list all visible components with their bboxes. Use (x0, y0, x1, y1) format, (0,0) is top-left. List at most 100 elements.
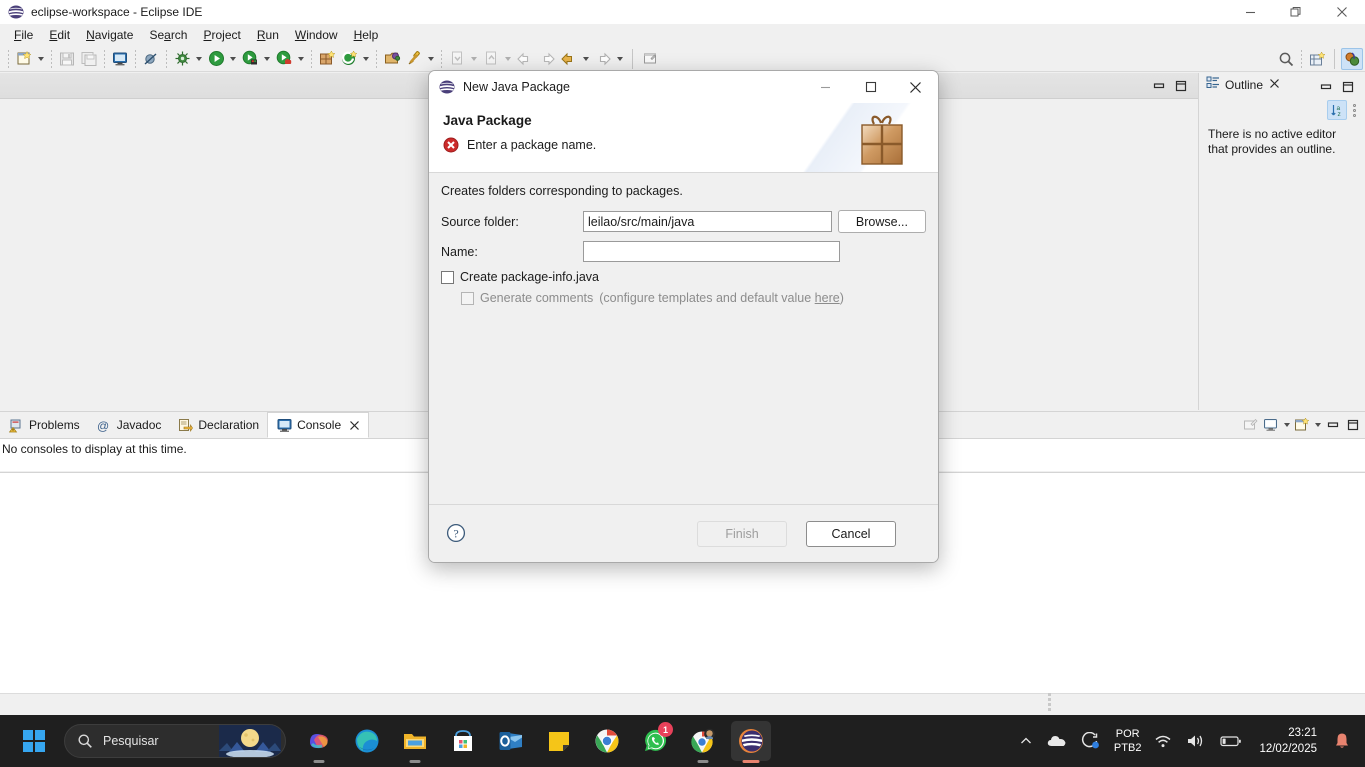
forward-dropdown-icon[interactable] (614, 48, 626, 70)
tab-problems[interactable]: Problems (0, 412, 88, 438)
restore-icon[interactable] (1273, 0, 1319, 24)
resize-grip[interactable] (1048, 693, 1051, 711)
bell-icon[interactable] (1327, 723, 1357, 759)
tab-declaration[interactable]: Declaration (169, 412, 267, 438)
view-menu-icon[interactable] (1347, 100, 1361, 120)
maximize-icon[interactable] (1343, 415, 1363, 435)
tab-outline[interactable]: Outline (1200, 73, 1287, 99)
clock-date: 12/02/2025 (1259, 743, 1317, 755)
cancel-button[interactable]: Cancel (806, 521, 896, 547)
menu-edit[interactable]: Edit (41, 26, 78, 44)
menu-navigate[interactable]: Navigate (78, 26, 141, 44)
pin-editor-icon[interactable] (639, 48, 661, 70)
close-icon[interactable] (1319, 0, 1365, 24)
svg-text:?: ? (453, 527, 458, 541)
menu-search[interactable]: Search (141, 26, 195, 44)
new-wizard-icon[interactable] (13, 48, 35, 70)
new-wizard-dropdown-icon[interactable] (35, 48, 47, 70)
java-perspective-icon[interactable] (1341, 48, 1363, 70)
package-name-input[interactable] (583, 241, 840, 262)
open-task-dropdown-icon[interactable] (425, 48, 437, 70)
clock[interactable]: 23:21 12/02/2025 (1249, 725, 1327, 757)
windows-start-icon[interactable] (14, 721, 54, 761)
minimize-icon[interactable] (1317, 78, 1335, 96)
menu-file[interactable]: File (6, 26, 41, 44)
create-package-info-checkbox[interactable] (441, 270, 454, 284)
clock-time: 23:21 (1288, 727, 1317, 739)
new-java-console-icon[interactable] (109, 48, 131, 70)
minimize-icon[interactable] (1323, 415, 1343, 435)
battery-icon[interactable] (1213, 723, 1249, 759)
external-tools-icon[interactable] (338, 48, 360, 70)
chrome-icon[interactable] (587, 721, 627, 761)
file-explorer-icon[interactable] (395, 721, 435, 761)
run-dropdown-icon[interactable] (227, 48, 239, 70)
close-icon[interactable] (1269, 76, 1280, 94)
menu-window[interactable]: Window (287, 26, 346, 44)
chevron-up-icon[interactable] (1012, 723, 1040, 759)
minimize-icon[interactable] (803, 71, 848, 103)
close-icon[interactable] (348, 419, 360, 431)
open-task-icon[interactable] (403, 48, 425, 70)
minimize-icon[interactable] (1227, 0, 1273, 24)
copilot-icon[interactable] (299, 721, 339, 761)
menu-file-rest: ile (21, 28, 34, 42)
menu-project-rest: roject (211, 28, 241, 42)
minimize-icon[interactable] (1150, 77, 1168, 95)
new-package-icon[interactable] (316, 48, 338, 70)
debug-dropdown-icon[interactable] (193, 48, 205, 70)
skip-breakpoints-icon[interactable] (140, 48, 162, 70)
profile-dropdown-icon[interactable] (295, 48, 307, 70)
run-icon[interactable] (205, 48, 227, 70)
maximize-icon[interactable] (1339, 78, 1357, 96)
configure-templates-link[interactable]: here (815, 291, 840, 305)
back-dropdown-icon[interactable] (580, 48, 592, 70)
toolbar-separator (104, 49, 105, 68)
tab-javadoc[interactable]: @ Javadoc (88, 412, 170, 438)
microsoft-store-icon[interactable] (443, 721, 483, 761)
outlook-icon[interactable] (491, 721, 531, 761)
close-icon[interactable] (893, 71, 938, 103)
whatsapp-icon[interactable]: 1 (635, 721, 675, 761)
search-icon[interactable] (1275, 48, 1297, 70)
run-coverage-dropdown-icon[interactable] (261, 48, 273, 70)
run-coverage-icon[interactable] (239, 48, 261, 70)
volume-icon[interactable] (1179, 723, 1213, 759)
open-type-icon[interactable] (381, 48, 403, 70)
tab-console-label: Console (297, 418, 342, 432)
sort-az-icon[interactable]: a z (1327, 100, 1347, 120)
browse-button[interactable]: Browse... (837, 210, 926, 233)
onedrive-icon[interactable] (1040, 723, 1074, 759)
maximize-icon[interactable] (848, 71, 893, 103)
wifi-icon[interactable] (1147, 723, 1179, 759)
source-folder-label: Source folder: (441, 214, 519, 229)
open-console-icon[interactable] (1292, 415, 1312, 435)
display-selected-console-icon[interactable] (1261, 415, 1281, 435)
search-input[interactable]: Pesquisar (64, 724, 286, 758)
back-icon[interactable] (558, 48, 580, 70)
create-package-info-row[interactable]: Create package-info.java (441, 270, 926, 284)
outline-icon (1206, 75, 1221, 95)
sticky-notes-icon[interactable] (539, 721, 579, 761)
open-console-dropdown-icon[interactable] (1312, 415, 1323, 435)
display-console-dropdown-icon[interactable] (1281, 415, 1292, 435)
menu-run[interactable]: Run (249, 26, 287, 44)
external-tools-dropdown-icon[interactable] (360, 48, 372, 70)
source-folder-input[interactable]: leilao/src/main/java (583, 211, 832, 232)
tab-console[interactable]: Console (267, 412, 370, 438)
eclipse-icon[interactable] (731, 721, 771, 761)
bottom-panel-toolbar (1241, 415, 1363, 435)
language-line2: PTB2 (1113, 742, 1142, 754)
help-icon[interactable]: ? (446, 523, 466, 543)
new-perspective-icon[interactable] (1306, 48, 1328, 70)
debug-icon[interactable] (171, 48, 193, 70)
menu-help[interactable]: Help (346, 26, 387, 44)
chrome-profile-icon[interactable] (683, 721, 723, 761)
maximize-icon[interactable] (1172, 77, 1190, 95)
dialog-footer: ? Finish Cancel (429, 504, 938, 562)
edge-icon[interactable] (347, 721, 387, 761)
sync-icon[interactable] (1074, 723, 1108, 759)
profile-icon[interactable] (273, 48, 295, 70)
language-indicator[interactable]: POR PTB2 (1108, 727, 1148, 755)
menu-project[interactable]: Project (195, 26, 248, 44)
